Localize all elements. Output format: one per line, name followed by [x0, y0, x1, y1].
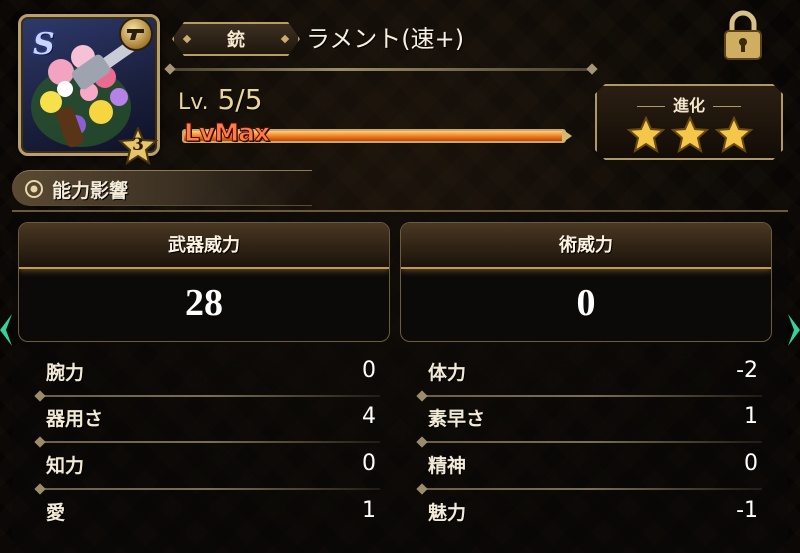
- stat-value: 0: [362, 358, 376, 383]
- weapon-power-value: 28: [185, 282, 223, 324]
- stat-name: 愛: [46, 502, 66, 524]
- evolution-stars: [627, 116, 753, 154]
- section-header: 能力影響: [12, 170, 312, 206]
- stat-value: 0: [362, 451, 376, 476]
- stat-row: 魅力 -1: [428, 498, 758, 530]
- stat-value: 4: [362, 404, 376, 429]
- stat-name: 器用さ: [46, 408, 104, 430]
- art-power-value: 0: [576, 282, 596, 324]
- stat-value: 0: [744, 451, 758, 476]
- stat-name: 腕力: [46, 362, 85, 384]
- stat-row: 腕力 0: [46, 358, 376, 390]
- row-divider: [422, 488, 762, 490]
- stat-name: 素早さ: [428, 408, 486, 430]
- exp-bar-end-cap: [562, 129, 572, 143]
- exp-label: LvMax: [183, 118, 270, 148]
- stat-value: 1: [744, 404, 758, 429]
- stat-value: -1: [736, 498, 758, 523]
- gear-icon: [25, 180, 43, 198]
- lock-icon[interactable]: [720, 10, 766, 62]
- rank-value: 3: [132, 135, 144, 155]
- rarity-badge: S: [33, 27, 55, 62]
- item-name: ラメント(速+): [306, 25, 465, 53]
- stat-row: 愛 1: [46, 498, 376, 530]
- header-divider: [172, 68, 590, 71]
- category-tag: 銃: [172, 22, 300, 56]
- stat-row: 体力 -2: [428, 358, 758, 390]
- stat-name: 魅力: [428, 502, 467, 524]
- level-value: 5/5: [217, 83, 263, 116]
- star-icon: [671, 116, 709, 154]
- category-label: 銃: [227, 30, 245, 51]
- stat-value: -2: [736, 358, 758, 383]
- star-icon: [627, 116, 665, 154]
- star-icon: [715, 116, 753, 154]
- level-display: Lv. 5/5: [178, 83, 263, 116]
- level-prefix: Lv.: [178, 90, 209, 115]
- evolution-panel[interactable]: 進化: [595, 84, 783, 160]
- stat-name: 体力: [428, 362, 467, 384]
- art-power-card: 術威力 0: [400, 222, 772, 342]
- row-divider: [40, 395, 380, 397]
- weapon-power-card: 武器威力 28: [18, 222, 390, 342]
- prev-arrow-icon[interactable]: [0, 310, 12, 350]
- row-divider: [40, 441, 380, 443]
- section-title: 能力影響: [52, 180, 129, 202]
- stat-row: 素早さ 1: [428, 404, 758, 436]
- stat-row: 知力 0: [46, 451, 376, 483]
- gun-icon: [119, 17, 153, 51]
- stat-row: 器用さ 4: [46, 404, 376, 436]
- row-divider: [422, 395, 762, 397]
- row-divider: [40, 488, 380, 490]
- next-arrow-icon[interactable]: [788, 310, 800, 350]
- rank-badge: 3: [117, 125, 159, 166]
- exp-bar: LvMax: [176, 118, 576, 148]
- row-divider: [422, 441, 762, 443]
- stat-value: 1: [362, 498, 376, 523]
- stat-row: 精神 0: [428, 451, 758, 483]
- stat-name: 精神: [428, 455, 467, 477]
- weapon-power-label: 武器威力: [168, 235, 240, 256]
- stat-name: 知力: [46, 455, 85, 477]
- art-power-label: 術威力: [559, 235, 613, 256]
- evolution-title: 進化: [597, 92, 781, 116]
